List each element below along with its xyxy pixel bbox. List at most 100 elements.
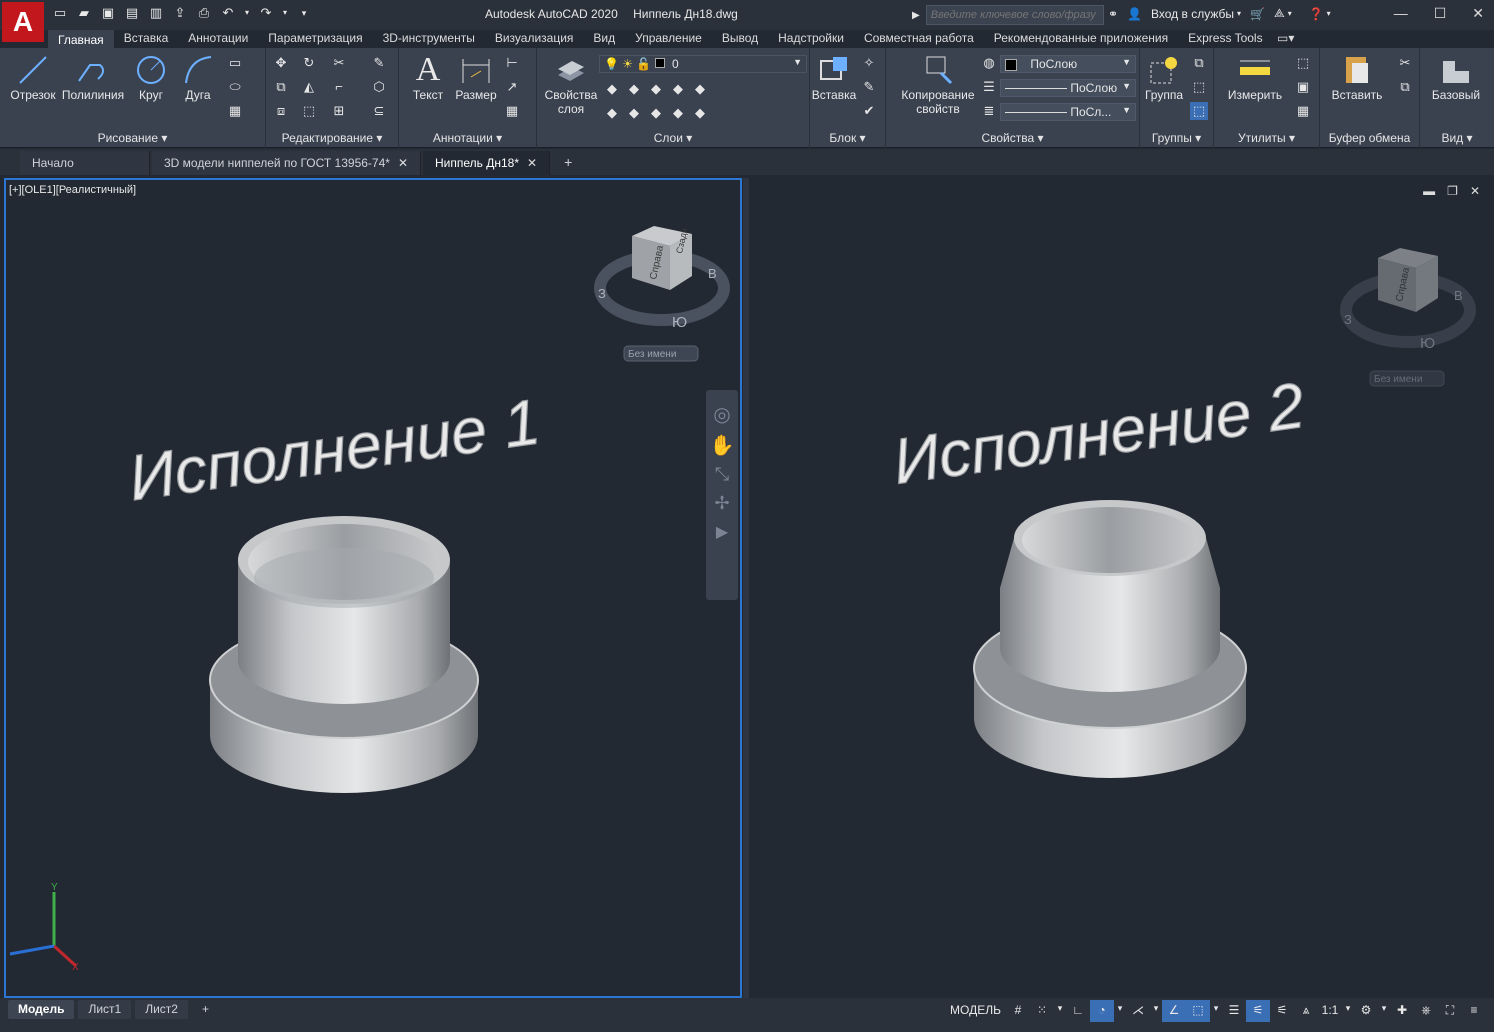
- ortho-icon[interactable]: ∟: [1066, 1000, 1090, 1022]
- a360-icon[interactable]: ⟁: [1274, 6, 1285, 21]
- object-snap-dropdown-icon[interactable]: ▾: [1210, 1000, 1222, 1022]
- cut-icon[interactable]: ✂: [1396, 54, 1414, 72]
- save-icon[interactable]: ▣: [100, 5, 116, 21]
- ungroup-icon[interactable]: ⧉: [1190, 54, 1208, 72]
- layer-tool-4-icon[interactable]: ◆: [669, 80, 687, 98]
- panel-utilities-title[interactable]: Утилиты ▾: [1214, 131, 1319, 145]
- grid-icon[interactable]: #: [1006, 1000, 1030, 1022]
- snap-icon[interactable]: ⁙: [1030, 1000, 1054, 1022]
- linear-dim-icon[interactable]: ⊢: [503, 54, 521, 72]
- lineweight-toggle-icon[interactable]: ☰: [1222, 1000, 1246, 1022]
- trim-icon[interactable]: ✂: [330, 54, 348, 72]
- panel-properties-title[interactable]: Свойства ▾: [886, 131, 1139, 145]
- ribbon-tab-11[interactable]: Рекомендованные приложения: [984, 30, 1178, 48]
- ribbon-tab-4[interactable]: 3D-инструменты: [373, 30, 485, 48]
- ribbon-tab-0[interactable]: Главная: [48, 30, 114, 48]
- polar-dropdown-icon[interactable]: ▾: [1114, 1000, 1126, 1022]
- ribbon-tab-1[interactable]: Вставка: [114, 30, 179, 48]
- panel-annotation-title[interactable]: Аннотации ▾: [399, 131, 536, 145]
- workspace-gear-icon[interactable]: ⚙: [1354, 1000, 1378, 1022]
- object-snap-icon[interactable]: ⬚: [1186, 1000, 1210, 1022]
- hatch-icon[interactable]: ⬭: [226, 78, 244, 96]
- polyline-button[interactable]: Полилиния: [58, 52, 128, 102]
- paste-button[interactable]: Вставить: [1326, 52, 1388, 102]
- open-folder-icon[interactable]: ▰: [76, 5, 92, 21]
- viewport-splitter[interactable]: [743, 178, 749, 998]
- group-button[interactable]: Группа: [1140, 52, 1188, 102]
- help-icon[interactable]: ❓: [1309, 7, 1324, 21]
- leader-icon[interactable]: ↗: [503, 78, 521, 96]
- layer-tool-7-icon[interactable]: ◆: [625, 104, 643, 122]
- layer-tool-2-icon[interactable]: ◆: [625, 80, 643, 98]
- doc-tab-gost-models[interactable]: 3D модели ниппелей по ГОСТ 13956-74* ✕: [152, 151, 422, 175]
- quick-select-icon[interactable]: ⬚: [1294, 54, 1312, 72]
- layout-tab-model[interactable]: Модель: [8, 1000, 75, 1019]
- annotation-visibility-icon[interactable]: ⚟: [1246, 1000, 1270, 1022]
- minimize-icon[interactable]: —: [1394, 5, 1408, 22]
- group-select-icon[interactable]: ⬚: [1190, 102, 1208, 120]
- scale-icon[interactable]: ⬚: [300, 102, 318, 120]
- text-button[interactable]: A Текст: [403, 52, 453, 103]
- measure-button[interactable]: Измерить: [1220, 52, 1290, 102]
- layer-tool-1-icon[interactable]: ◆: [603, 80, 621, 98]
- annotation-scale-icon[interactable]: ⩓: [1294, 1000, 1318, 1022]
- base-view-button[interactable]: Базовый: [1428, 52, 1484, 102]
- lineweight-dropdown[interactable]: ПоСл... ▼: [1000, 103, 1136, 121]
- layer-dropdown[interactable]: 💡 ☀ 🔓 0 ▼: [599, 55, 807, 73]
- panel-block-title[interactable]: Блок ▾: [810, 131, 885, 145]
- clean-screen-icon[interactable]: ⛶: [1438, 1000, 1462, 1022]
- viewport-right[interactable]: ▬ ❐ ✕ Исполнение 2 Справа З В Ю Без имен…: [750, 178, 1494, 998]
- add-layout-button[interactable]: +: [192, 1000, 219, 1019]
- ribbon-tab-2[interactable]: Аннотации: [178, 30, 258, 48]
- web-save-icon[interactable]: ▥: [148, 5, 164, 21]
- calculator-icon[interactable]: ▦: [1294, 102, 1312, 120]
- close-tab-icon[interactable]: ✕: [398, 156, 408, 170]
- close-icon[interactable]: ✕: [1472, 5, 1484, 22]
- linetype-dropdown[interactable]: ПоСлою ▼: [1000, 79, 1136, 97]
- ribbon-tab-8[interactable]: Вывод: [712, 30, 768, 48]
- annotation-monitor-icon[interactable]: ✚: [1390, 1000, 1414, 1022]
- undo-icon[interactable]: ↶: [220, 5, 236, 21]
- share-icon[interactable]: ⇪: [172, 5, 188, 21]
- annotation-scale-value[interactable]: 1:1: [1318, 1000, 1342, 1022]
- copy-icon[interactable]: ⧉: [272, 78, 290, 96]
- ribbon-tab-5[interactable]: Визуализация: [485, 30, 584, 48]
- application-menu-button[interactable]: A: [2, 2, 44, 42]
- pan-icon[interactable]: ✋: [706, 433, 738, 458]
- binoculars-icon[interactable]: ⚭: [1108, 7, 1118, 21]
- save-as-icon[interactable]: ▤: [124, 5, 140, 21]
- viewcube-right[interactable]: Справа З В Ю: [1340, 248, 1476, 352]
- array-icon[interactable]: ⊞: [330, 102, 348, 120]
- model-space-toggle[interactable]: МОДЕЛЬ: [945, 1000, 1006, 1022]
- layout-tab-sheet1[interactable]: Лист1: [78, 1000, 132, 1019]
- help-dropdown-icon[interactable]: ▾: [1327, 9, 1331, 18]
- group-edit-icon[interactable]: ⬚: [1190, 78, 1208, 96]
- new-tab-button[interactable]: +: [552, 151, 584, 175]
- layer-tool-3-icon[interactable]: ◆: [647, 80, 665, 98]
- close-tab-icon[interactable]: ✕: [527, 156, 537, 170]
- customization-menu-icon[interactable]: ≡: [1462, 1000, 1486, 1022]
- cart-icon[interactable]: 🛒: [1250, 7, 1265, 21]
- sign-in-dropdown-icon[interactable]: ▾: [1237, 9, 1241, 18]
- boundary-icon[interactable]: ▦: [226, 102, 244, 120]
- ribbon-tab-3[interactable]: Параметризация: [258, 30, 372, 48]
- user-icon[interactable]: 👤: [1127, 7, 1142, 21]
- steering-wheel-icon[interactable]: ◎: [706, 402, 738, 427]
- annotation-scale-dropdown-icon[interactable]: ▾: [1342, 1000, 1354, 1022]
- ribbon-tab-10[interactable]: Совместная работа: [854, 30, 984, 48]
- ribbon-tab-9[interactable]: Надстройки: [768, 30, 854, 48]
- customize-toolbar-icon[interactable]: ▾: [296, 5, 312, 21]
- block-attributes-icon[interactable]: ✔: [860, 102, 878, 120]
- insert-block-button[interactable]: Вставка: [810, 52, 858, 102]
- layer-tool-5-icon[interactable]: ◆: [691, 80, 709, 98]
- ribbon-tab-12[interactable]: Express Tools: [1178, 30, 1272, 48]
- panel-modify-title[interactable]: Редактирование ▾: [266, 131, 398, 145]
- edit-block-icon[interactable]: ✎: [860, 78, 878, 96]
- panel-view-title[interactable]: Вид ▾: [1420, 131, 1494, 145]
- viewcube-left[interactable]: Справа Сзади З В Ю: [594, 226, 730, 331]
- showmotion-icon[interactable]: ▶: [706, 522, 738, 542]
- fillet-icon[interactable]: ⌐: [330, 78, 348, 96]
- rotate-icon[interactable]: ↻: [300, 54, 318, 72]
- search-input[interactable]: [925, 5, 1104, 25]
- isolate-objects-icon[interactable]: ⎈: [1414, 1000, 1438, 1022]
